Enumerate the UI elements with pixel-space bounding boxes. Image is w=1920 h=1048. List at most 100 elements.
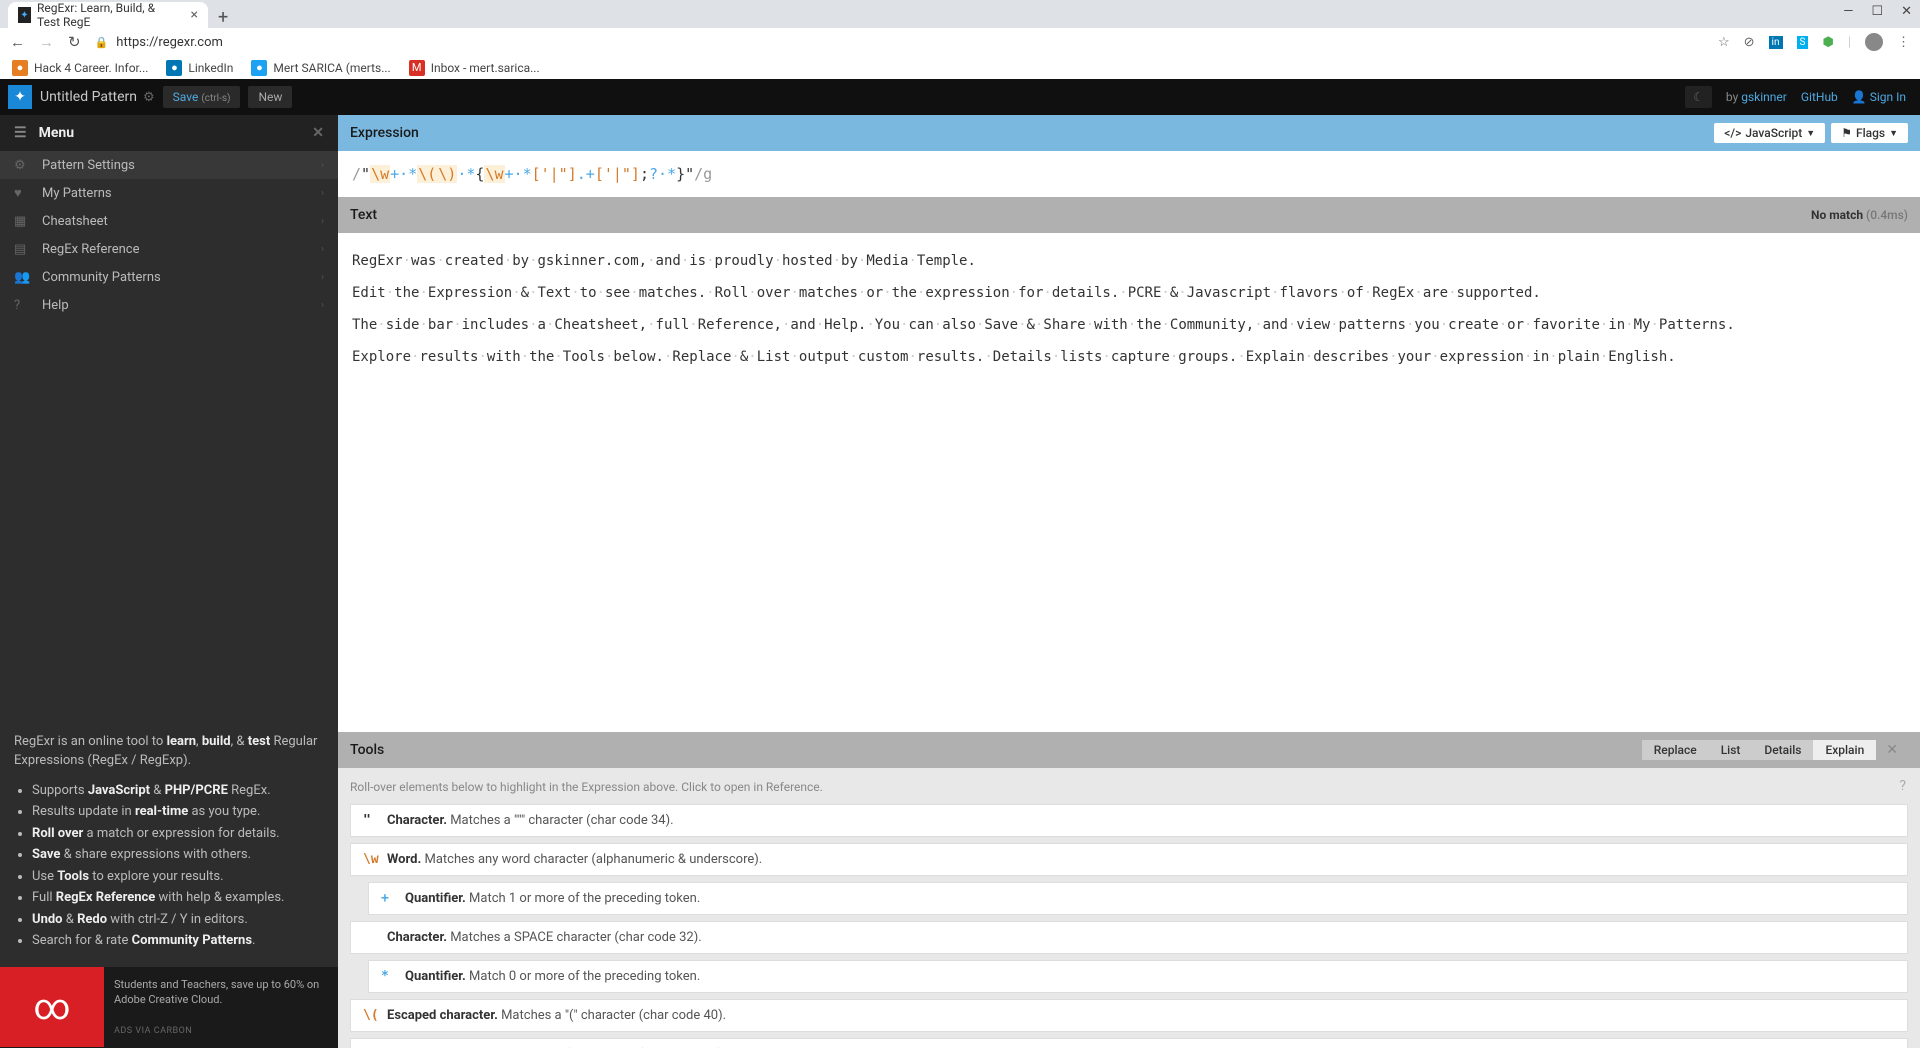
menu-item-icon: ▦ (14, 214, 30, 229)
expression-header: Expression </> JavaScript▼ ⚑ Flags▼ (338, 115, 1920, 151)
bookmark-item[interactable]: ●LinkedIn (166, 60, 233, 76)
ad-via: ADS VIA CARBON (114, 1025, 328, 1038)
address-icons: ☆ ⊘ in S ⬢ | ⋮ (1718, 33, 1910, 51)
feature-bullet: Search for & rate Community Patterns. (32, 931, 324, 951)
menu-item-icon: ▤ (14, 242, 30, 257)
favicon-icon: ✦ (18, 7, 31, 23)
new-button[interactable]: New (248, 86, 292, 108)
star-icon[interactable]: ☆ (1718, 35, 1730, 50)
explain-row[interactable]: *Quantifier. Match 0 or more of the prec… (368, 960, 1908, 993)
sidebar: ☰ Menu ✕ ⚙Pattern Settings›♥My Patterns›… (0, 115, 338, 1048)
tools-tab-details[interactable]: Details (1752, 740, 1813, 760)
feature-bullet: Roll over a match or expression for deta… (32, 824, 324, 844)
app-header: ✦ Untitled Pattern ⚙ Save (ctrl-s) New ☾… (0, 79, 1920, 115)
tools-help-icon[interactable]: ? (1899, 778, 1906, 794)
menu-item-icon: ? (14, 298, 30, 313)
gear-icon[interactable]: ⚙ (143, 90, 155, 105)
menu-close-icon[interactable]: ✕ (312, 125, 324, 141)
ad-image: ∞ (0, 967, 104, 1047)
menu-icon[interactable]: ☰ (14, 125, 27, 141)
ad-block[interactable]: ∞ Students and Teachers, save up to 60% … (0, 967, 338, 1048)
explain-row[interactable]: \wWord. Matches any word character (alph… (350, 843, 1908, 876)
explain-row[interactable]: \(Escaped character. Matches a "(" chara… (350, 999, 1908, 1032)
new-tab-button[interactable]: + (208, 7, 238, 28)
app-logo-icon[interactable]: ✦ (8, 85, 32, 109)
linkedin-ext-icon[interactable]: in (1769, 36, 1783, 49)
browser-tab[interactable]: ✦ RegExr: Learn, Build, & Test RegE × (8, 2, 208, 28)
feature-bullet: Undo & Redo with ctrl-Z / Y in editors. (32, 910, 324, 930)
block-icon[interactable]: ⊘ (1744, 35, 1755, 50)
explain-row[interactable]: "Character. Matches a """ character (cha… (350, 804, 1908, 837)
signin-link[interactable]: 👤 Sign In (1852, 90, 1906, 104)
github-link[interactable]: GitHub (1801, 90, 1838, 104)
bookmark-item[interactable]: ●Mert SARICA (merts... (251, 60, 390, 76)
sidebar-item[interactable]: ▤RegEx Reference› (0, 235, 338, 263)
expression-label: Expression (350, 125, 419, 141)
tab-close-icon[interactable]: × (191, 7, 198, 23)
feature-bullet: Full RegEx Reference with help & example… (32, 888, 324, 908)
chevron-right-icon: › (321, 272, 324, 283)
maximize-icon[interactable]: ☐ (1871, 4, 1883, 19)
address-bar: ← → ↻ 🔒 https://regexr.com ☆ ⊘ in S ⬢ | … (0, 28, 1920, 56)
feature-bullet: Use Tools to explore your results. (32, 867, 324, 887)
lock-icon: 🔒 (95, 36, 109, 49)
sidebar-item[interactable]: 👥Community Patterns› (0, 263, 338, 291)
menu-item-icon: ♥ (14, 185, 30, 201)
tools-hint: Roll-over elements below to highlight in… (350, 780, 1908, 794)
tab-title: RegExr: Learn, Build, & Test RegE (37, 1, 179, 29)
back-button[interactable]: ← (10, 33, 25, 51)
flags-dropdown[interactable]: ⚑ Flags▼ (1831, 123, 1908, 143)
url-field[interactable]: 🔒 https://regexr.com (95, 35, 1704, 50)
menu-title: Menu (39, 125, 75, 141)
chevron-right-icon: › (321, 160, 324, 171)
feature-bullet: Results update in real-time as you type. (32, 802, 324, 822)
text-label: Text (350, 207, 377, 223)
reload-button[interactable]: ↻ (68, 33, 81, 51)
sidebar-item[interactable]: ▦Cheatsheet› (0, 207, 338, 235)
divider: | (1848, 35, 1851, 50)
flag-icon: ⚑ (1841, 126, 1852, 140)
skype-ext-icon[interactable]: S (1797, 36, 1809, 49)
close-icon[interactable]: ✕ (1901, 4, 1912, 19)
match-status: No match (0.4ms) (1811, 208, 1908, 222)
tools-tab-list[interactable]: List (1709, 740, 1753, 760)
tools-close-icon[interactable]: ✕ (1876, 739, 1908, 761)
expression-editor[interactable]: /"\w+·*\(\)·*{\w+·*['|"].+['|"];?·*}"/g (338, 151, 1920, 197)
pattern-title[interactable]: Untitled Pattern (40, 89, 137, 105)
header-right: ☾ by gskinner GitHub 👤 Sign In (1685, 86, 1920, 108)
forward-button[interactable]: → (39, 33, 54, 51)
chevron-right-icon: › (321, 300, 324, 311)
url-text: https://regexr.com (116, 35, 223, 50)
minimize-icon[interactable]: — (1843, 4, 1853, 19)
tab-bar: ✦ RegExr: Learn, Build, & Test RegE × + (0, 0, 1920, 28)
chevron-right-icon: › (321, 188, 324, 199)
bookmark-bar: ●Hack 4 Career. Infor... ●LinkedIn ●Mert S… (0, 56, 1920, 79)
author-link[interactable]: gskinner (1741, 90, 1787, 104)
flavor-dropdown[interactable]: </> JavaScript▼ (1714, 123, 1825, 143)
sidebar-item[interactable]: ⚙Pattern Settings› (0, 151, 338, 179)
browser-chrome: — ☐ ✕ ✦ RegExr: Learn, Build, & Test Reg… (0, 0, 1920, 79)
feature-bullet: Supports JavaScript & PHP/PCRE RegEx. (32, 781, 324, 801)
menu-item-icon: 👥 (14, 270, 30, 285)
theme-toggle[interactable]: ☾ (1685, 86, 1712, 108)
tools-tab-replace[interactable]: Replace (1642, 740, 1709, 760)
sidebar-description: RegExr is an online tool to learn, build… (0, 718, 338, 967)
explain-row[interactable]: Character. Matches a SPACE character (ch… (350, 921, 1908, 954)
tools-label: Tools (350, 742, 384, 758)
tools-tabs: ReplaceListDetailsExplain (1642, 740, 1877, 760)
shield-ext-icon[interactable]: ⬢ (1822, 35, 1833, 50)
profile-avatar[interactable] (1865, 33, 1883, 51)
explain-row[interactable]: +Quantifier. Match 1 or more of the prec… (368, 882, 1908, 915)
bookmark-item[interactable]: ●Hack 4 Career. Infor... (12, 60, 148, 76)
sidebar-item[interactable]: ♥My Patterns› (0, 179, 338, 207)
tools-header: Tools ReplaceListDetailsExplain ✕ (338, 732, 1920, 768)
explain-row[interactable]: \)Escaped character. Matches a ")" chara… (350, 1038, 1908, 1048)
bookmark-item[interactable]: MInbox - mert.sarica... (409, 60, 540, 76)
menu-icon[interactable]: ⋮ (1897, 35, 1910, 50)
save-button[interactable]: Save (ctrl-s) (163, 86, 241, 108)
sidebar-item[interactable]: ?Help› (0, 291, 338, 319)
menu-header: ☰ Menu ✕ (0, 115, 338, 151)
content: Expression </> JavaScript▼ ⚑ Flags▼ /"\w… (338, 115, 1920, 1048)
text-editor[interactable]: RegExr·was·created·by·gskinner.com,·and·… (338, 233, 1920, 732)
tools-tab-explain[interactable]: Explain (1813, 740, 1876, 760)
